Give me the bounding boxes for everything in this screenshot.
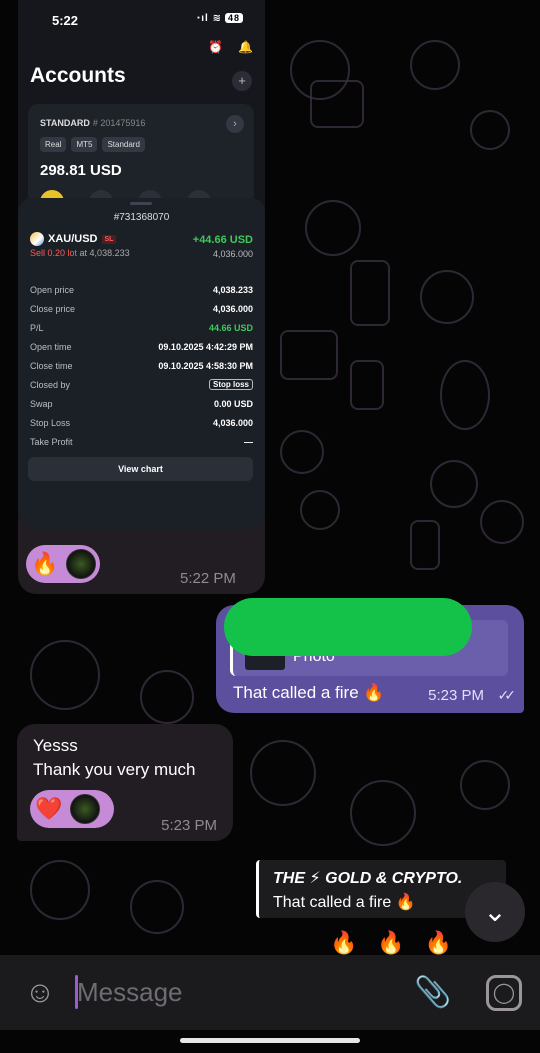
status-time: 5:22 xyxy=(52,13,79,28)
detail-row: P/L 44.66 USD xyxy=(30,322,253,333)
doodle-ring xyxy=(140,670,194,724)
chevron-down-icon: ⌄ xyxy=(483,896,507,927)
sticker-button[interactable]: ☺ xyxy=(22,975,58,1011)
account-kind: STANDARD xyxy=(40,118,90,128)
message-time: 5:23 PM xyxy=(428,687,484,704)
fire-icon: 🔥🔥🔥 xyxy=(330,930,473,955)
camera-icon: ◯ xyxy=(492,982,516,1004)
message-time: 5:22 PM xyxy=(180,570,236,587)
doodle-shell xyxy=(460,760,510,810)
doodle-mermaid xyxy=(30,860,90,920)
account-tag: Standard xyxy=(102,137,145,152)
doodle-melon xyxy=(420,270,474,324)
account-number: # 201475916 xyxy=(92,118,146,128)
fire-icon: 🔥 xyxy=(31,551,59,576)
add-account-button: + xyxy=(232,71,252,91)
detail-row: Close price 4,036.000 xyxy=(30,303,253,314)
doodle-coconut xyxy=(430,460,478,508)
doodle-orange xyxy=(305,200,361,256)
detail-row: Close time 09.10.2025 4:58:30 PM xyxy=(30,360,253,371)
view-chart-button: View chart xyxy=(28,457,253,481)
message-text: That called a fire 🔥 xyxy=(233,683,385,702)
reaction-pill[interactable]: 🔥 xyxy=(26,545,100,583)
doodle-calendar xyxy=(310,80,364,128)
doodle-pretzel xyxy=(300,490,340,530)
doodle-fish xyxy=(130,880,184,934)
status-bar: 5:22 ‧ıl ≋ 48 xyxy=(18,0,265,40)
reply-text: That called a fire 🔥 xyxy=(273,894,416,911)
order-details: Open price 4,038.233 Close price 4,036.000… xyxy=(30,280,253,451)
alarm-icon: ⏰ xyxy=(208,40,223,54)
account-card: STANDARD # 201475916 › Real MT5 Standard … xyxy=(28,104,254,214)
sticker-icon: ☺ xyxy=(24,976,56,1009)
message-text: Yesss xyxy=(33,736,78,755)
sheet-handle xyxy=(130,202,152,205)
message-time: 5:23 PM xyxy=(161,817,217,834)
doodle-octopus xyxy=(350,780,416,846)
doodle-cup xyxy=(350,360,384,410)
doodle-circle xyxy=(470,110,510,150)
detail-row: Closed by Stop loss xyxy=(30,375,253,394)
doodle-slipper xyxy=(410,520,440,570)
page-title: Accounts xyxy=(30,64,126,87)
camera-button[interactable]: ◯ xyxy=(486,975,522,1011)
account-tag: MT5 xyxy=(71,137,98,152)
signal-icon: ‧ıl ≋ 48 xyxy=(197,13,243,24)
outgoing-message[interactable]: Photo That called a fire 🔥 5:23 PM ✓✓ xyxy=(216,598,524,713)
order-sheet: #731368070 XAU/USD SL +44.66 USD Sell 0.… xyxy=(18,198,265,530)
bell-icon: 🔔 xyxy=(238,40,253,54)
doodle-donut xyxy=(480,500,524,544)
read-checks-icon: ✓✓ xyxy=(497,687,517,703)
doodle-swan xyxy=(440,360,490,430)
doodle-leaf xyxy=(280,430,324,474)
paperclip-icon: 📎 xyxy=(414,976,452,1009)
doodle-book xyxy=(280,330,338,380)
message-input[interactable] xyxy=(77,973,377,1011)
detail-row: Stop Loss 4,036.000 xyxy=(30,417,253,428)
reply-author: THE ⚡ GOLD & CRYPTO. xyxy=(273,870,463,887)
account-tag: Real xyxy=(40,137,67,152)
home-indicator xyxy=(180,1038,360,1043)
doodle-fish xyxy=(250,740,316,806)
chevron-right-icon: › xyxy=(226,115,244,133)
avatar xyxy=(70,794,100,824)
detail-row: Open time 09.10.2025 4:42:29 PM xyxy=(30,341,253,352)
order-profit: +44.66 USD xyxy=(192,234,253,246)
doodle-circle xyxy=(410,40,460,90)
attach-button[interactable]: 📎 xyxy=(414,975,452,1011)
detail-row: Swap 0.00 USD xyxy=(30,398,253,409)
avatar xyxy=(66,549,96,579)
scroll-down-button[interactable]: ⌄ xyxy=(465,882,525,942)
order-close-price: 4,036.000 xyxy=(212,249,253,259)
battery-icon: 48 xyxy=(224,13,243,23)
trade-screenshot[interactable]: 5:22 ‧ıl ≋ 48 ⏰ 🔔 Accounts + STANDARD # 20… xyxy=(18,0,265,530)
incoming-message[interactable]: Yesss Thank you very much ❤️ 5:23 PM xyxy=(17,724,233,841)
heart-icon: ❤️ xyxy=(35,796,63,821)
photo-message[interactable]: 5:22 ‧ıl ≋ 48 ⏰ 🔔 Accounts + STANDARD # 20… xyxy=(18,0,265,594)
reaction-pill[interactable]: ❤️ xyxy=(30,790,114,828)
redaction-blob xyxy=(224,598,472,656)
doodle-bottle xyxy=(350,260,390,326)
doodle-turtle xyxy=(30,640,100,710)
order-symbol: XAU/USD SL xyxy=(30,232,117,246)
detail-row: Open price 4,038.233 xyxy=(30,284,253,295)
detail-row: Take Profit — xyxy=(30,436,253,447)
gold-flag-icon xyxy=(30,232,44,246)
message-text: Thank you very much xyxy=(33,760,196,779)
account-balance: 298.81 USD xyxy=(40,162,122,179)
order-side: Sell 0.20 lot at 4,038.233 xyxy=(30,248,130,258)
order-number: #731368070 xyxy=(113,212,170,223)
sl-badge: SL xyxy=(101,234,117,244)
